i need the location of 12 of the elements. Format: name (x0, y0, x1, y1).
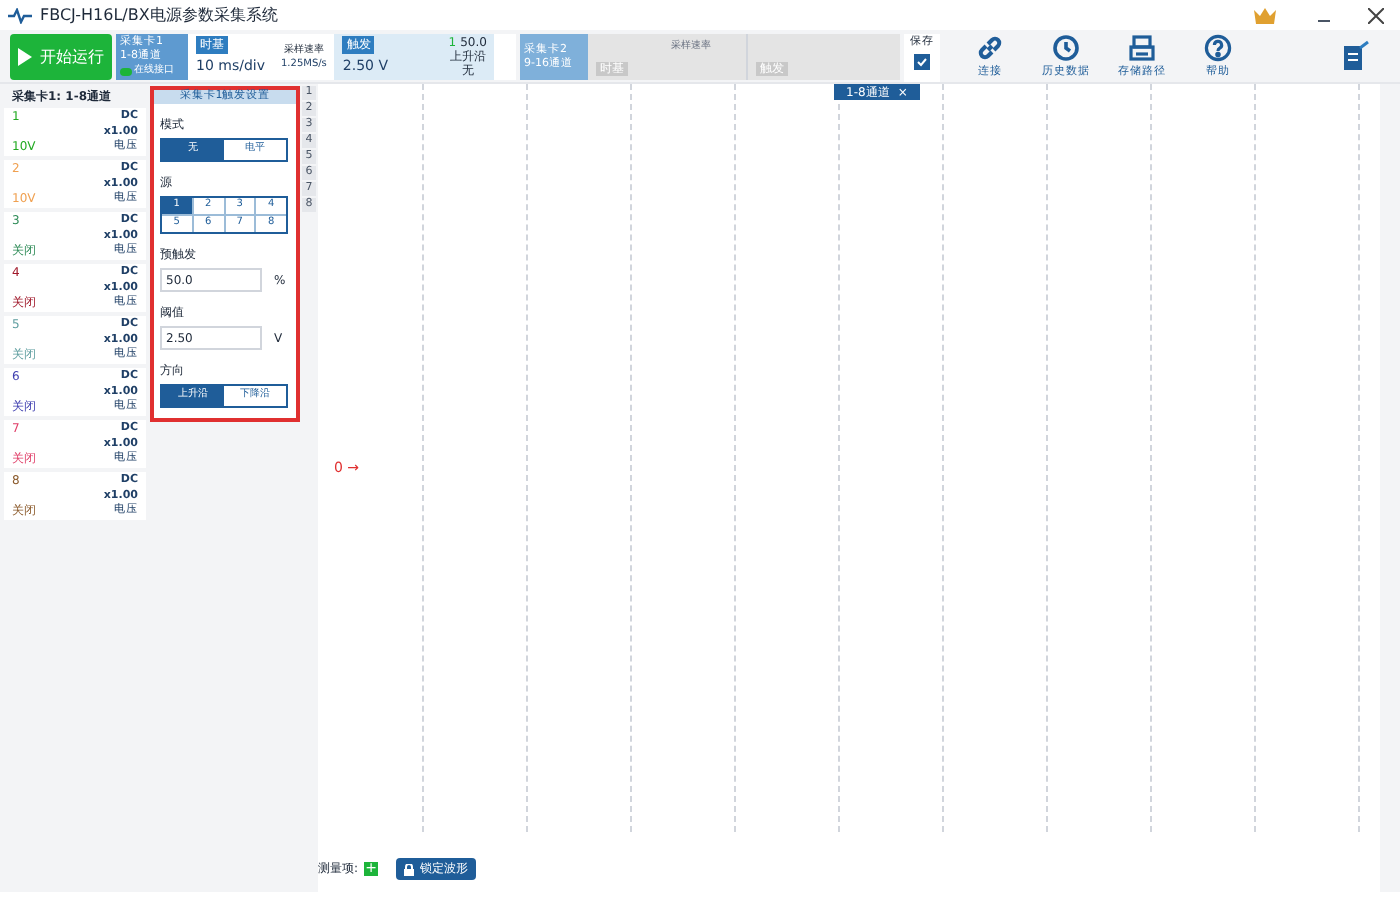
lock-icon (404, 863, 415, 875)
save-checkbox[interactable] (914, 54, 930, 71)
window-title: FBCJ-H16L/BX电源参数采集系统 (40, 3, 278, 27)
help-icon (1204, 34, 1232, 63)
clock-icon (1052, 34, 1080, 63)
link-icon (976, 34, 1004, 63)
crown-icon (1254, 7, 1276, 23)
notepad-icon[interactable] (1342, 40, 1370, 72)
app-logo-icon (8, 7, 32, 23)
close-icon[interactable] (1368, 7, 1384, 23)
printer-icon (1128, 34, 1156, 63)
play-icon (18, 48, 32, 66)
